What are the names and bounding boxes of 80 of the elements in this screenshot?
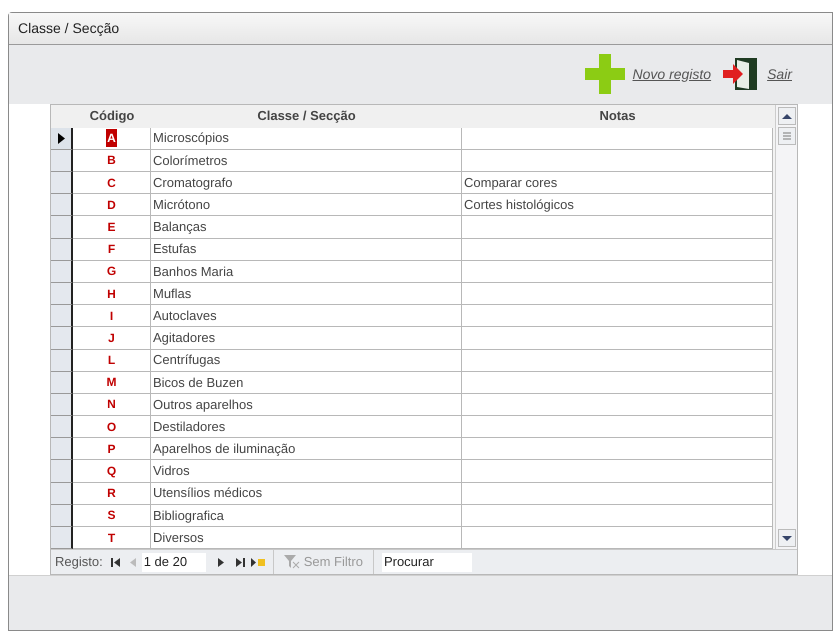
scroll-thumb-icon[interactable]: [778, 126, 796, 145]
table-cell: Diversos: [151, 527, 462, 550]
record-selector[interactable]: [51, 282, 73, 306]
record-number-field[interactable]: 1 de 20: [142, 552, 206, 572]
table-cell-text: G: [106, 263, 118, 280]
table-cell: Autoclaves: [151, 305, 462, 328]
next-record-icon[interactable]: [218, 558, 224, 567]
table-cell: Centrífugas: [151, 350, 462, 372]
table-cell-text: N: [106, 396, 117, 414]
table-cell-text: O: [106, 418, 118, 436]
table-cell-text: E: [106, 218, 116, 236]
record-selector[interactable]: [51, 350, 73, 372]
exit-link[interactable]: Sair: [767, 64, 792, 85]
door-exit-icon: [721, 56, 760, 92]
last-record-icon[interactable]: [236, 558, 245, 567]
table-cell-text: F: [106, 241, 116, 258]
vertical-scrollbar[interactable]: [775, 104, 797, 550]
table-cell: Colorímetros: [151, 150, 462, 172]
table-cell: Cromatografo: [151, 172, 462, 194]
table-cell: Bicos de Buzen: [151, 372, 462, 394]
table-cell-text: M: [106, 374, 118, 392]
table-cell-text: H: [106, 286, 117, 303]
column-header[interactable]: Código: [73, 104, 151, 128]
table-cell-text: R: [106, 485, 117, 502]
new-record-icon[interactable]: [250, 558, 265, 567]
scroll-down-icon[interactable]: [778, 529, 796, 548]
table-cell: Bibliografica: [151, 504, 462, 528]
table-cell: Comparar cores: [462, 172, 773, 194]
record-selector[interactable]: [51, 238, 73, 261]
record-label: Registo:: [55, 553, 103, 572]
table-cell: Destiladores: [151, 416, 462, 438]
record-selector[interactable]: [51, 372, 73, 394]
table-cell-text: J: [107, 330, 116, 347]
record-selector[interactable]: [51, 504, 73, 528]
record-selector[interactable]: [51, 327, 73, 350]
window-title: Classe / Secção: [18, 18, 120, 38]
table-cell-text: S: [106, 507, 116, 524]
table-cell-text: B: [106, 152, 117, 170]
record-selector[interactable]: [51, 150, 73, 172]
table-cell: Aparelhos de iluminação: [151, 438, 462, 460]
table-cell: Vidros: [151, 460, 462, 483]
plus-icon: [584, 54, 624, 94]
table-cell: Banhos Maria: [151, 260, 462, 283]
scroll-up-icon[interactable]: [778, 106, 796, 125]
record-selector[interactable]: [51, 194, 73, 216]
table-cell-text: D: [106, 196, 117, 214]
record-selector[interactable]: [51, 128, 73, 150]
table-cell-text: L: [106, 352, 116, 370]
record-selector[interactable]: [51, 460, 73, 483]
table-cell-text: C: [106, 174, 117, 192]
table-cell: Agitadores: [151, 327, 462, 350]
record-selector[interactable]: [51, 416, 73, 438]
table-cell-text: P: [106, 440, 116, 458]
table-cell: Utensílios médicos: [151, 482, 462, 505]
table-cell-text: Q: [106, 463, 118, 480]
table-cell: Balanças: [151, 216, 462, 239]
table-cell: Cortes histológicos: [462, 194, 773, 216]
record-selector[interactable]: [51, 305, 73, 328]
filter-icon: [284, 555, 300, 570]
column-header[interactable]: Classe / Secção: [151, 104, 462, 128]
table-cell: A: [106, 129, 117, 148]
table-cell: Muflas: [151, 282, 462, 306]
record-selector[interactable]: [51, 216, 73, 239]
record-selector[interactable]: [51, 527, 73, 550]
table-cell-text: T: [106, 530, 116, 547]
record-selector[interactable]: [51, 438, 73, 460]
record-selector[interactable]: [51, 394, 73, 416]
pointer-icon: [58, 132, 64, 144]
table-cell: Estufas: [151, 238, 462, 261]
record-selector[interactable]: [51, 172, 73, 194]
table-cell: Microscópios: [151, 128, 462, 150]
table-cell: Micrótono: [151, 194, 462, 216]
column-header[interactable]: Notas: [462, 104, 773, 128]
search-field[interactable]: Procurar: [382, 552, 472, 572]
first-record-icon[interactable]: [110, 558, 120, 567]
table-cell: Outros aparelhos: [151, 394, 462, 416]
record-selector[interactable]: [51, 260, 73, 283]
record-selector[interactable]: [51, 482, 73, 505]
table-cell-text: I: [108, 308, 114, 325]
new-record-link[interactable]: Novo registo: [632, 64, 712, 85]
